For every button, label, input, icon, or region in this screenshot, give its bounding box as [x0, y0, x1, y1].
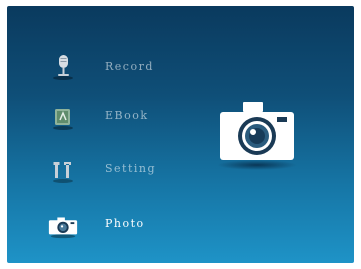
menu-label-photo: Photo — [105, 217, 145, 230]
menu-label-setting: Setting — [105, 162, 157, 175]
menu-item-ebook[interactable]: EBook — [7, 95, 207, 139]
microphone-icon — [47, 51, 79, 83]
ebook-icon — [47, 101, 79, 133]
menu-item-photo[interactable]: Photo — [7, 203, 207, 247]
camera-icon — [208, 94, 306, 174]
device-screen: Record EBook Setting Photo — [7, 6, 354, 263]
menu-item-record[interactable]: Record — [7, 45, 207, 89]
tools-icon — [47, 154, 79, 186]
menu-label-record: Record — [105, 60, 154, 73]
camera-icon — [47, 209, 79, 241]
menu-label-ebook: EBook — [105, 109, 149, 122]
menu-item-setting[interactable]: Setting — [7, 148, 207, 192]
